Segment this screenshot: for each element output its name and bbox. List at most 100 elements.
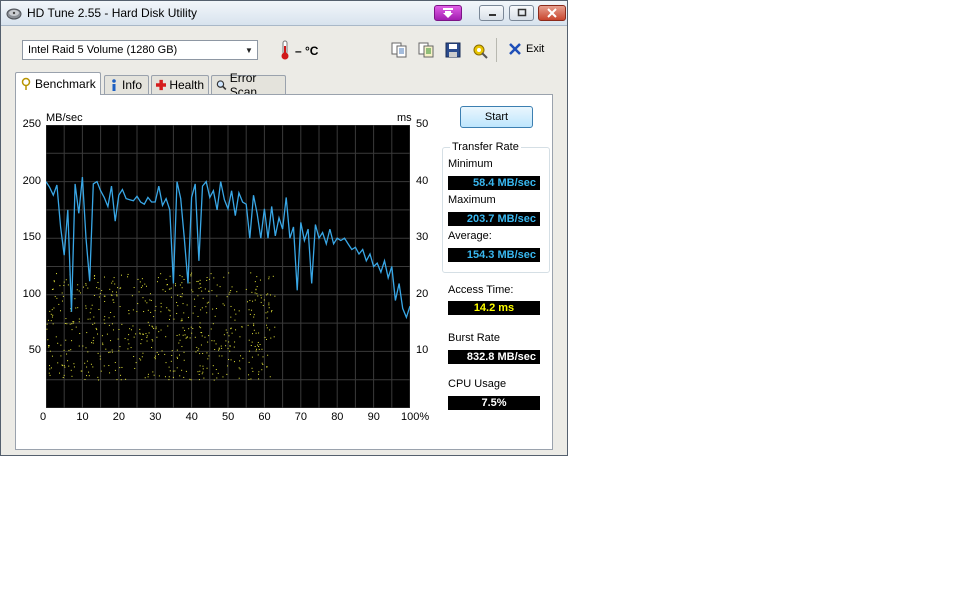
access-time-point [257,354,259,356]
access-time-point [178,354,180,356]
access-time-point [217,372,219,374]
maximum-label: Maximum [448,194,496,206]
save-icon[interactable] [444,41,462,59]
access-time-point [115,291,117,293]
access-time-point [252,300,254,302]
access-time-point [64,322,66,324]
access-time-point [257,344,259,346]
access-time-point [168,379,170,381]
access-time-point [173,318,175,320]
drive-select[interactable]: Intel Raid 5 Volume (1280 GB) ▼ [22,40,258,60]
access-time-point [221,355,223,357]
access-time-point [127,276,129,278]
access-time-point [139,328,141,330]
access-time-point [250,345,252,347]
access-time-point [270,311,272,313]
y-left-tick-label: 200 [22,174,41,187]
access-time-point [112,280,114,282]
access-time-point [132,309,134,311]
y-right-tick-label: 10 [416,344,429,357]
access-time-point [113,277,115,279]
access-time-point [87,287,89,289]
access-time-point [266,294,268,296]
access-time-point [185,370,187,372]
access-time-point [99,355,101,357]
access-time-point [248,361,250,363]
x-tick-label: 80 [331,411,344,423]
access-time-point [56,297,58,299]
access-time-point [201,307,203,309]
access-time-point [86,360,88,362]
access-time-point [66,323,68,325]
tab-info[interactable]: Info [104,75,149,94]
access-time-point [171,354,173,356]
access-time-point [111,282,113,284]
download-button[interactable] [434,5,462,21]
access-time-point [153,316,155,318]
access-time-point [187,316,189,318]
tab-error-scan[interactable]: Error Scan [211,71,286,99]
access-time-point [200,344,202,346]
access-time-point [62,377,64,379]
copy-text-icon[interactable] [390,41,408,59]
access-time-point [147,373,149,375]
access-time-point [180,320,182,322]
access-time-point [114,362,116,364]
minimize-button[interactable] [479,5,504,21]
tab-benchmark[interactable]: Benchmark [15,72,101,95]
access-time-point [235,329,237,331]
exit-button[interactable]: Exit [508,42,544,56]
copy-info-icon[interactable] [417,41,435,59]
access-time-point [168,309,170,311]
access-time-point [139,281,141,283]
access-time-point [49,365,51,367]
title-bar[interactable]: HD Tune 2.55 - Hard Disk Utility [1,1,567,26]
access-time-point [105,348,107,350]
access-time-point [76,289,78,291]
access-time-point [181,318,183,320]
access-time-point [191,272,193,274]
access-time-point [198,287,200,289]
access-time-point [79,333,81,335]
chevron-down-icon[interactable]: ▼ [241,41,257,59]
access-time-point [186,336,188,338]
access-time-point [266,317,268,319]
access-time-point [251,356,253,358]
tab-health[interactable]: Health [151,75,209,94]
access-time-point [78,318,80,320]
access-time-point [254,299,256,301]
access-time-point [269,376,271,378]
access-time-point [164,353,166,355]
access-time-point [118,350,120,352]
access-time-point [158,353,160,355]
access-time-point [102,342,104,344]
drive-select-value: Intel Raid 5 Volume (1280 GB) [28,44,178,56]
access-time-point [137,303,139,305]
access-time-point [151,347,153,349]
access-time-point [169,275,171,277]
access-time-point [98,308,100,310]
access-time-point [86,375,88,377]
access-time-point [245,288,247,290]
access-time-point [119,287,121,289]
access-time-point [207,358,209,360]
access-time-point [219,286,221,288]
options-icon[interactable] [471,41,489,59]
access-time-point [191,289,193,291]
access-time-point [236,291,238,293]
access-time-point [108,352,110,354]
access-time-point [140,287,142,289]
window-title: HD Tune 2.55 - Hard Disk Utility [27,6,198,20]
access-time-point [82,345,84,347]
access-time-point [156,336,158,338]
close-button[interactable] [538,5,566,21]
access-time-point [49,350,51,352]
access-time-point [192,312,194,314]
start-button[interactable]: Start [460,106,533,128]
access-time-point [110,312,112,314]
access-time-point [216,284,218,286]
access-time-point [52,323,54,325]
access-time-point [116,294,118,296]
maximize-button[interactable] [509,5,534,21]
access-time-point [160,306,162,308]
